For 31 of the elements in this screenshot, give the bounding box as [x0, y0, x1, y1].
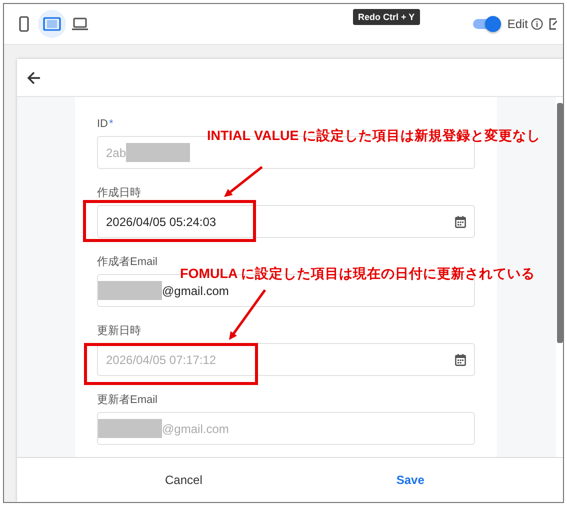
field-value: @gmail.com [162, 422, 229, 436]
calendar-icon[interactable] [455, 216, 466, 228]
field-label: 更新日時 [97, 324, 141, 338]
edit-toggle[interactable] [473, 16, 502, 32]
edit-label: Edit [507, 17, 528, 31]
field-value: 2026/04/05 07:17:12 [106, 352, 216, 366]
phone-icon [19, 16, 29, 32]
redaction-block [126, 143, 190, 162]
info-icon[interactable] [531, 18, 543, 30]
back-button[interactable] [26, 70, 42, 86]
edit-icon[interactable] [549, 17, 557, 31]
field-label: 更新者Email [97, 393, 158, 407]
laptop-icon [71, 17, 89, 31]
field-value: 2026/04/05 05:24:03 [106, 214, 216, 228]
field-label: 作成日時 [97, 186, 141, 200]
device-button[interactable] [38, 10, 66, 38]
annotation-arrow [224, 166, 263, 197]
date-field[interactable]: 2026/04/05 05:24:03 [97, 205, 475, 238]
tablet-icon [43, 17, 61, 31]
redaction-block [98, 419, 162, 438]
tooltip: Redo Ctrl + Y [353, 9, 420, 25]
field-label: ID [97, 117, 108, 131]
required-mark: * [109, 117, 114, 131]
field-value: 2ab [106, 146, 126, 160]
annotation-arrow [229, 289, 266, 340]
cancel-button[interactable]: Cancel [157, 469, 210, 491]
scrollbar[interactable] [557, 103, 563, 343]
field-value: @gmail.com [162, 284, 229, 298]
redaction-block [98, 281, 162, 300]
field-label: 作成者Email [97, 255, 158, 269]
save-button[interactable]: Save [388, 469, 432, 491]
